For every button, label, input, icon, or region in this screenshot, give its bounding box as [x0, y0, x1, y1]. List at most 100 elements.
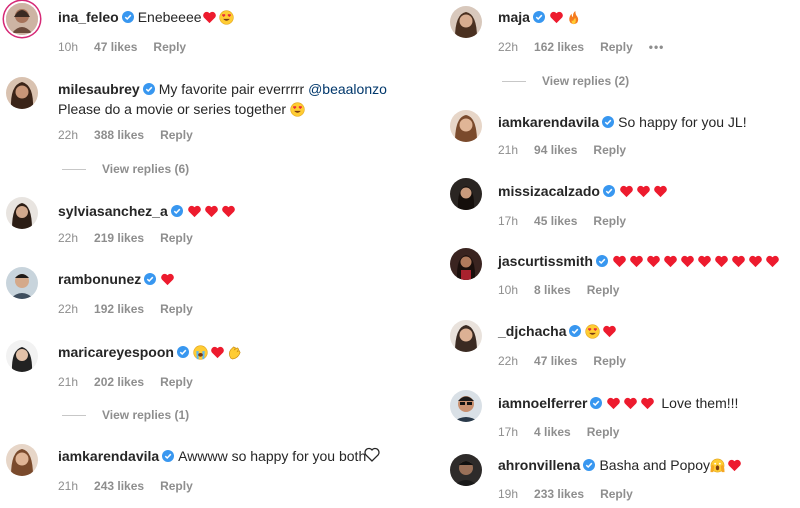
- likes-count[interactable]: 233 likes: [534, 487, 584, 501]
- comment-text: Enebeeee: [137, 9, 202, 25]
- red-heart-emoji-icon: [732, 255, 745, 268]
- comment-time: 22h: [498, 40, 519, 54]
- comment-username[interactable]: iamnoelferrer: [498, 395, 587, 411]
- more-options-icon[interactable]: •••: [649, 40, 665, 54]
- likes-count[interactable]: 47 likes: [94, 40, 137, 54]
- verified-badge-icon: [162, 450, 175, 462]
- comment-username[interactable]: iamkarendavila: [58, 448, 159, 464]
- comment-time: 21h: [498, 143, 519, 157]
- avatar[interactable]: [450, 454, 482, 486]
- divider: [502, 81, 526, 83]
- red-heart-emoji-icon: [202, 11, 216, 24]
- avatar[interactable]: [450, 248, 482, 280]
- comment-text: My favorite pair everrrrr: [158, 81, 305, 97]
- avatar[interactable]: [6, 267, 38, 299]
- likes-count[interactable]: 162 likes: [534, 40, 584, 54]
- view-replies-label: View replies (6): [102, 162, 190, 176]
- comment-time: 21h: [58, 479, 79, 493]
- likes-count[interactable]: 219 likes: [94, 231, 144, 245]
- verified-badge-icon: [121, 11, 134, 23]
- divider: [62, 169, 86, 171]
- likes-count[interactable]: 243 likes: [94, 479, 144, 493]
- comment-time: 21h: [58, 375, 79, 389]
- red-heart-emoji-icon: [630, 255, 643, 268]
- reply-button[interactable]: Reply: [600, 40, 633, 54]
- red-heart-emoji-icon: [187, 205, 201, 218]
- crying-face-emoji-icon: [193, 345, 208, 360]
- heart-outline-icon[interactable]: [364, 447, 380, 462]
- view-replies-label: View replies (1): [102, 408, 190, 422]
- comment-username[interactable]: ahronvillena: [498, 457, 580, 473]
- comment-text: Love them!!!: [661, 395, 739, 411]
- comment-username[interactable]: milesaubrey: [58, 81, 140, 97]
- reply-button[interactable]: Reply: [587, 425, 620, 439]
- comment-time: 10h: [498, 283, 519, 297]
- heart-eyes-face-emoji-icon: [585, 324, 601, 339]
- verified-badge-icon: [590, 397, 603, 409]
- reply-button[interactable]: Reply: [153, 40, 186, 54]
- avatar[interactable]: [6, 197, 38, 229]
- red-heart-emoji-icon: [749, 255, 762, 268]
- screaming-face-emoji-icon: [710, 458, 725, 473]
- comment-username[interactable]: maja: [498, 9, 530, 25]
- mention-link[interactable]: @beaalonzo: [308, 81, 387, 97]
- comment-time: 22h: [58, 302, 79, 316]
- comment-text: So happy for you JL!: [618, 114, 747, 130]
- comment-username[interactable]: ina_feleo: [58, 9, 119, 25]
- likes-count[interactable]: 192 likes: [94, 302, 144, 316]
- verified-badge-icon: [602, 185, 615, 197]
- reply-button[interactable]: Reply: [593, 214, 626, 228]
- comment-username[interactable]: missizacalzado: [498, 183, 600, 199]
- verified-badge-icon: [144, 273, 157, 285]
- comment-username[interactable]: iamkarendavila: [498, 114, 599, 130]
- verified-badge-icon: [602, 116, 615, 128]
- comment-time: 17h: [498, 214, 519, 228]
- likes-count[interactable]: 8 likes: [534, 283, 571, 297]
- view-replies-button[interactable]: View replies (6): [62, 162, 189, 176]
- avatar[interactable]: [6, 3, 38, 35]
- reply-button[interactable]: Reply: [160, 375, 193, 389]
- red-heart-emoji-icon: [221, 205, 235, 218]
- reply-button[interactable]: Reply: [160, 302, 193, 316]
- likes-count[interactable]: 47 likes: [534, 354, 577, 368]
- verified-badge-icon: [569, 325, 582, 337]
- avatar[interactable]: [450, 110, 482, 142]
- red-heart-emoji-icon: [620, 185, 633, 198]
- comment-username[interactable]: jascurtissmith: [498, 253, 593, 269]
- avatar[interactable]: [6, 77, 38, 109]
- reply-button[interactable]: Reply: [587, 283, 620, 297]
- comment-time: 22h: [498, 354, 519, 368]
- comment-username[interactable]: _djchacha: [498, 323, 566, 339]
- red-heart-emoji-icon: [624, 397, 638, 410]
- red-heart-emoji-icon: [681, 255, 694, 268]
- avatar[interactable]: [6, 340, 38, 372]
- avatar[interactable]: [450, 320, 482, 352]
- red-heart-emoji-icon: [603, 325, 617, 338]
- reply-button[interactable]: Reply: [160, 479, 193, 493]
- comment-username[interactable]: sylviasanchez_a: [58, 203, 168, 219]
- red-heart-emoji-icon: [211, 346, 224, 359]
- comment-time: 17h: [498, 425, 519, 439]
- reply-button[interactable]: Reply: [593, 354, 626, 368]
- view-replies-label: View replies (2): [542, 74, 630, 88]
- view-replies-button[interactable]: View replies (2): [502, 74, 629, 88]
- likes-count[interactable]: 4 likes: [534, 425, 571, 439]
- avatar[interactable]: [450, 6, 482, 38]
- reply-button[interactable]: Reply: [160, 231, 193, 245]
- avatar[interactable]: [6, 444, 38, 476]
- comment-username[interactable]: rambonunez: [58, 271, 141, 287]
- likes-count[interactable]: 94 likes: [534, 143, 577, 157]
- fire-emoji-icon: [569, 10, 579, 25]
- reply-button[interactable]: Reply: [160, 128, 193, 142]
- likes-count[interactable]: 202 likes: [94, 375, 144, 389]
- view-replies-button[interactable]: View replies (1): [62, 408, 189, 422]
- avatar[interactable]: [450, 178, 482, 210]
- reply-button[interactable]: Reply: [600, 487, 633, 501]
- red-heart-emoji-icon: [161, 273, 175, 286]
- reply-button[interactable]: Reply: [593, 143, 626, 157]
- comment-time: 22h: [58, 128, 79, 142]
- avatar[interactable]: [450, 390, 482, 422]
- comment-username[interactable]: maricareyespoon: [58, 344, 174, 360]
- likes-count[interactable]: 45 likes: [534, 214, 577, 228]
- likes-count[interactable]: 388 likes: [94, 128, 144, 142]
